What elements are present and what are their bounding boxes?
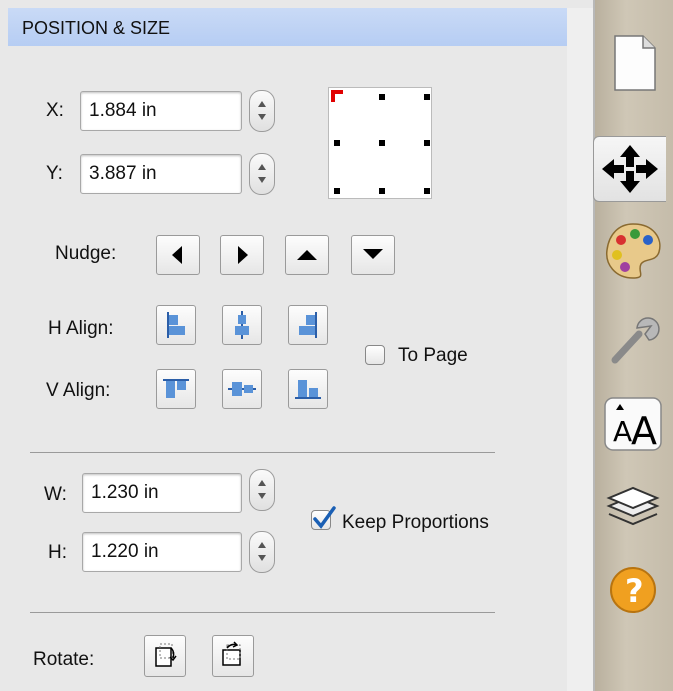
stepper-down-icon[interactable] (258, 555, 266, 561)
anchor-middle-left[interactable] (334, 140, 340, 146)
text-size-icon: A A (604, 397, 662, 453)
text-tab[interactable]: A A (601, 392, 665, 456)
document-icon (614, 35, 656, 91)
align-left-button[interactable] (156, 305, 196, 345)
align-middle-icon (228, 382, 256, 396)
align-left-icon (167, 312, 185, 338)
align-bottom-button[interactable] (288, 369, 328, 409)
y-stepper[interactable] (249, 153, 275, 195)
align-center-icon (235, 311, 249, 339)
svg-text:A: A (613, 415, 632, 448)
rotate-counterclockwise-icon (222, 641, 241, 666)
checkmark-icon (313, 506, 336, 529)
align-right-button[interactable] (288, 305, 328, 345)
to-page-label: To Page (398, 345, 468, 366)
palette-icon (606, 223, 661, 279)
anchor-top-right[interactable] (424, 94, 430, 100)
document-tab[interactable] (601, 30, 665, 94)
stepper-down-icon[interactable] (258, 177, 266, 183)
arrow-up-icon (297, 250, 317, 260)
arrow-down-icon (363, 249, 383, 259)
anchor-top-center[interactable] (379, 94, 385, 100)
anchor-grid (328, 87, 432, 199)
anchor-bottom-left[interactable] (334, 188, 340, 194)
align-top-icon (163, 379, 189, 398)
x-label: X: (46, 100, 64, 121)
svg-text:?: ? (625, 572, 644, 610)
stepper-up-icon[interactable] (258, 542, 266, 548)
separator (30, 452, 495, 453)
height-stepper[interactable] (249, 531, 275, 573)
help-icon: ? (610, 567, 656, 613)
w-label: W: (44, 484, 67, 505)
stepper-up-icon[interactable] (258, 164, 266, 170)
align-top-button[interactable] (156, 369, 196, 409)
anchor-bottom-right[interactable] (424, 188, 430, 194)
align-middle-button[interactable] (222, 369, 262, 409)
width-stepper[interactable] (249, 469, 275, 511)
panel-title: POSITION & SIZE (22, 18, 171, 38)
help-tab[interactable]: ? (601, 556, 665, 620)
nudge-right-button[interactable] (220, 235, 264, 275)
anchor-center[interactable] (379, 140, 385, 146)
nudge-left-button[interactable] (156, 235, 200, 275)
align-bottom-icon (295, 380, 321, 399)
svg-text:A: A (631, 409, 657, 453)
rotate-clockwise-button[interactable] (144, 635, 186, 677)
nudge-up-button[interactable] (285, 235, 329, 275)
arrow-left-icon (172, 246, 182, 264)
stepper-down-icon[interactable] (258, 493, 266, 499)
stepper-down-icon[interactable] (258, 114, 266, 120)
anchor-bottom-center[interactable] (379, 188, 385, 194)
position-size-panel: POSITION & SIZE X: 1.884 in Y: 3.887 in … (0, 0, 595, 691)
width-field[interactable]: 1.230 in (82, 473, 242, 513)
layers-tab[interactable] (601, 476, 665, 540)
keep-proportions-checkbox[interactable] (311, 506, 336, 530)
stepper-up-icon[interactable] (258, 480, 266, 486)
rotate-clockwise-icon (155, 643, 177, 667)
nudge-label: Nudge: (55, 243, 117, 264)
move-icon (602, 145, 658, 193)
x-stepper[interactable] (249, 90, 275, 132)
nudge-down-button[interactable] (351, 235, 395, 275)
anchor-middle-right[interactable] (424, 140, 430, 146)
keep-proportions-label: Keep Proportions (342, 512, 489, 533)
panel-header: POSITION & SIZE (8, 8, 595, 46)
panel-edge (567, 8, 595, 691)
align-center-button[interactable] (222, 305, 262, 345)
rotate-label: Rotate: (33, 649, 95, 670)
x-field[interactable]: 1.884 in (80, 91, 242, 131)
h-align-label: H Align: (48, 318, 114, 339)
anchor-grid-svg (331, 90, 430, 194)
height-field[interactable]: 1.220 in (82, 532, 242, 572)
v-align-label: V Align: (46, 380, 111, 401)
separator (30, 612, 495, 613)
position-size-tab[interactable] (593, 136, 666, 202)
y-field[interactable]: 3.887 in (80, 154, 242, 194)
anchor-top-left-selected[interactable] (331, 90, 343, 102)
align-right-icon (299, 312, 317, 338)
to-page-checkbox[interactable] (365, 345, 385, 365)
layers-icon (606, 486, 660, 526)
inspector-toolbar: A A ? (593, 0, 673, 691)
stepper-up-icon[interactable] (258, 101, 266, 107)
rotate-counterclockwise-button[interactable] (212, 635, 254, 677)
arrow-right-icon (238, 246, 248, 264)
tools-tab[interactable] (601, 306, 665, 370)
wrench-icon (611, 317, 660, 364)
color-tab[interactable] (601, 218, 665, 282)
h-label: H: (48, 542, 67, 563)
y-label: Y: (46, 163, 63, 184)
